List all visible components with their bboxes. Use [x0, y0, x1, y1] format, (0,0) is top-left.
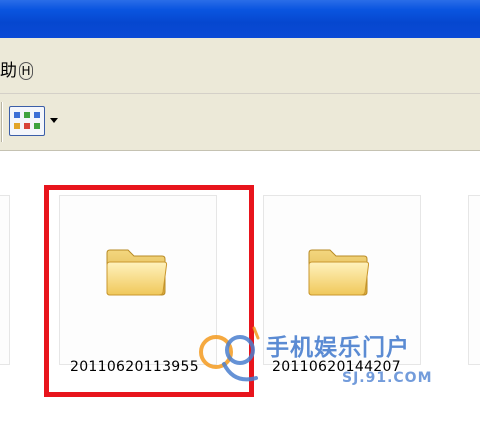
- window-title-bar: [0, 0, 480, 38]
- menu-help-mnemonic: H: [19, 62, 33, 80]
- toolbar: [0, 94, 480, 151]
- folder-icon[interactable]: [306, 242, 372, 300]
- watermark-text: 手机娱乐门户: [266, 335, 410, 361]
- thumbnail-frame: [468, 195, 480, 365]
- chevron-down-icon[interactable]: [50, 118, 58, 123]
- toolbar-separator: [1, 102, 2, 142]
- views-button[interactable]: [7, 104, 61, 138]
- menu-bar: 助H: [0, 38, 480, 94]
- watermark-url: SJ.91.COM: [342, 370, 433, 386]
- menu-help-label: 助: [0, 61, 17, 81]
- menu-item-help[interactable]: 助H: [0, 56, 33, 81]
- view-thumbnails-icon: [9, 106, 45, 136]
- watermark: 手机娱乐门户 SJ.91.COM: [194, 322, 464, 394]
- thumbnail-frame: [0, 195, 10, 365]
